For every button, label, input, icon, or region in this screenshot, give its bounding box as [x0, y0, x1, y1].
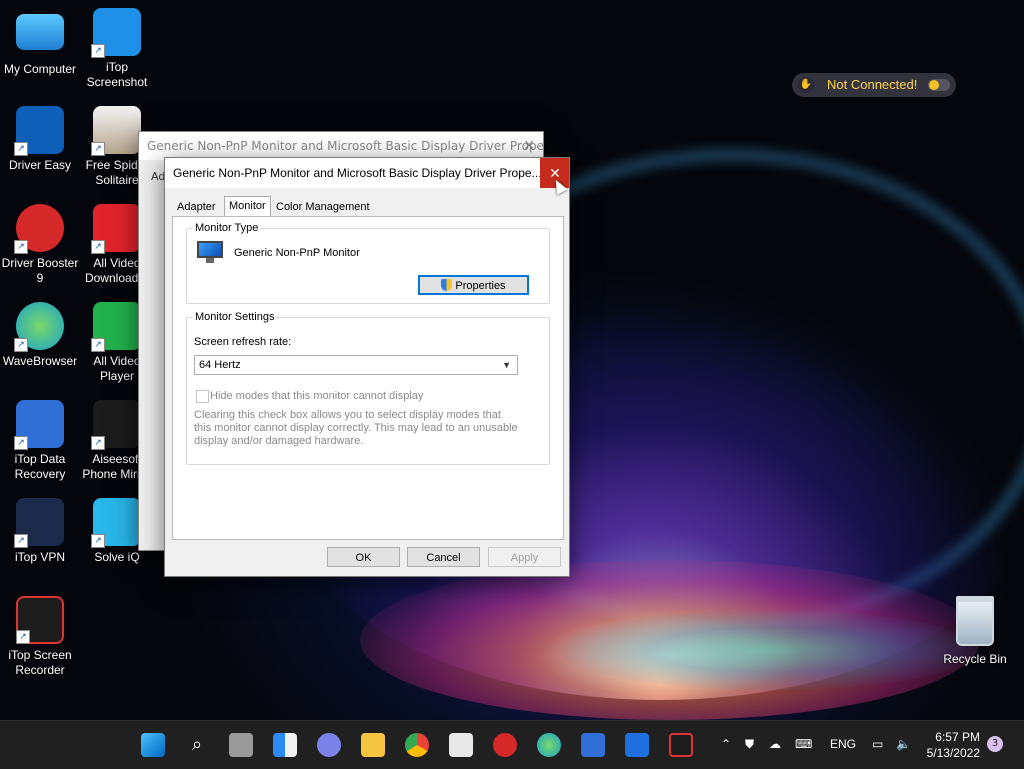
- vpn-shield-icon: ↗: [14, 498, 64, 548]
- desktop-icon-label: Driver Booster 9: [1, 256, 79, 285]
- refresh-rate-select[interactable]: 64 Hertz ▼: [194, 355, 518, 375]
- tab-adapter[interactable]: Adapter: [173, 198, 220, 216]
- volume-icon[interactable]: 🔈: [896, 737, 911, 751]
- file-explorer-icon[interactable]: [361, 733, 385, 757]
- hand-wave-icon: ✋: [798, 77, 814, 93]
- taskbar: ⌕ ⌃ ⛊ ☁ ⌨ ENG ▭ 🔈 6:57 PM 5/13/2022: [0, 720, 1024, 769]
- desktop-icon-label: Solve iQ: [94, 550, 140, 564]
- dialog-titlebar: Generic Non-PnP Monitor and Microsoft Ba…: [165, 158, 569, 188]
- vpn-toggle[interactable]: [928, 79, 950, 91]
- chevron-up-icon[interactable]: ⌃: [721, 737, 731, 751]
- cancel-button[interactable]: Cancel: [407, 547, 480, 567]
- apply-button[interactable]: Apply: [488, 547, 561, 567]
- task-view-icon[interactable]: [229, 733, 253, 757]
- chevron-down-icon: ▼: [502, 360, 511, 370]
- onedrive-icon[interactable]: ☁: [769, 737, 781, 751]
- data-recovery-icon: ↗: [14, 400, 64, 450]
- refresh-rate-label: Screen refresh rate:: [194, 336, 292, 348]
- monitor-tab-panel: Monitor Type Generic Non-PnP Monitor Pro…: [172, 216, 564, 540]
- desktop-icon-driver-booster[interactable]: ↗ Driver Booster 9: [0, 204, 80, 286]
- desktop-icon-driver-easy[interactable]: ↗ Driver Easy: [0, 106, 80, 173]
- monitor-type-legend: Monitor Type: [193, 222, 261, 234]
- desktop-icon-label: iTop Data Recovery: [14, 452, 66, 481]
- driver-booster-icon[interactable]: [493, 733, 517, 757]
- properties-button-label: Properties: [455, 280, 506, 292]
- camera-icon: ↗: [91, 8, 141, 58]
- clock-time: 6:57 PM: [935, 730, 980, 744]
- clock-date: 5/13/2022: [926, 746, 980, 760]
- tab-monitor[interactable]: Monitor: [224, 196, 271, 217]
- phone-mirror-icon: ↗: [91, 400, 141, 450]
- widgets-icon[interactable]: [273, 733, 297, 757]
- language-indicator[interactable]: ENG: [830, 737, 856, 751]
- desktop-icon-label: Driver Easy: [8, 158, 71, 172]
- clock[interactable]: 6:57 PM 5/13/2022: [924, 729, 980, 761]
- refresh-rate-value: 64 Hertz: [199, 359, 241, 371]
- download-icon: ↗: [91, 204, 141, 254]
- desktop-icon-label: WaveBrowser: [2, 354, 78, 368]
- desktop-icon-itop-screen-recorder[interactable]: ↗ iTop Screen Recorder: [0, 596, 80, 678]
- hide-modes-checkbox[interactable]: [196, 390, 209, 403]
- screen-recorder-icon[interactable]: [669, 733, 693, 757]
- monitor-settings-legend: Monitor Settings: [193, 311, 277, 323]
- desktop-icon-label: Recycle Bin: [943, 652, 1007, 666]
- display-properties-dialog: Generic Non-PnP Monitor and Microsoft Ba…: [164, 157, 570, 577]
- monitor-icon: [197, 241, 223, 263]
- uac-shield-icon: [441, 279, 453, 291]
- chat-icon[interactable]: [317, 733, 341, 757]
- play-icon: ↗: [91, 302, 141, 352]
- vpn-status-text: Not Connected!: [827, 77, 918, 92]
- search-icon[interactable]: ⌕: [185, 733, 209, 757]
- notification-badge[interactable]: 3: [987, 736, 1003, 752]
- wallpaper-glow: [360, 560, 980, 720]
- desktop-icon-label: iTop Screen Recorder: [8, 648, 72, 677]
- network-icon[interactable]: ▭: [872, 737, 883, 751]
- properties-button[interactable]: Properties: [418, 275, 529, 295]
- wave-browser-icon: ↗: [14, 302, 64, 352]
- defender-icon[interactable]: ⛊: [745, 737, 754, 752]
- tab-color-management[interactable]: Color Management: [272, 198, 374, 216]
- driver-easy-icon: ↗: [14, 106, 64, 156]
- start-icon[interactable]: [141, 733, 165, 757]
- solve-iq-icon: ↗: [91, 498, 141, 548]
- desktop-icon-label: iTop Screenshot: [86, 60, 148, 89]
- screen-recorder-icon: ↗: [16, 596, 64, 644]
- background-window-titlebar: Generic Non-PnP Monitor and Microsoft Ba…: [139, 132, 543, 160]
- data-recovery-icon[interactable]: [581, 733, 605, 757]
- hide-modes-help-text: Clearing this check box allows you to se…: [194, 409, 518, 447]
- desktop-icon-itop-vpn[interactable]: ↗ iTop VPN: [0, 498, 80, 565]
- spider-icon: ↗: [91, 106, 141, 156]
- monitor-name: Generic Non-PnP Monitor: [234, 247, 360, 259]
- keyboard-icon[interactable]: ⌨: [795, 737, 812, 751]
- driver-booster-icon: ↗: [14, 204, 64, 254]
- close-icon[interactable]: ✕: [523, 132, 535, 160]
- computer-icon: [16, 14, 64, 50]
- desktop-icon-my-computer[interactable]: My Computer: [0, 10, 80, 77]
- wave-browser-icon[interactable]: [537, 733, 561, 757]
- monitor-settings-group: Monitor Settings Screen refresh rate: 64…: [186, 311, 550, 465]
- desktop-icon-label: My Computer: [3, 62, 77, 76]
- vpn-status-widget[interactable]: ✋ Not Connected!: [792, 73, 956, 97]
- desktop-icon-label: iTop VPN: [14, 550, 66, 564]
- dialog-title: Generic Non-PnP Monitor and Microsoft Ba…: [173, 166, 542, 180]
- desktop-icon-recycle-bin[interactable]: Recycle Bin: [942, 596, 1008, 666]
- desktop-icon-wavebrowser[interactable]: ↗ WaveBrowser: [0, 302, 80, 369]
- desktop-icon-itop-data-recovery[interactable]: ↗ iTop Data Recovery: [0, 400, 80, 482]
- desktop-icon-itop-screenshot[interactable]: ↗ iTop Screenshot: [77, 8, 157, 90]
- store-icon[interactable]: [449, 733, 473, 757]
- ok-button[interactable]: OK: [327, 547, 400, 567]
- hide-modes-label: Hide modes that this monitor cannot disp…: [210, 390, 424, 402]
- chrome-icon[interactable]: [405, 733, 429, 757]
- background-window-title: Generic Non-PnP Monitor and Microsoft Ba…: [147, 139, 543, 153]
- vpn-shield-icon[interactable]: [625, 733, 649, 757]
- monitor-type-group: Monitor Type Generic Non-PnP Monitor Pro…: [186, 222, 550, 304]
- wallpaper-cyan-glow: [560, 610, 980, 690]
- recycle-bin-icon: [956, 596, 994, 646]
